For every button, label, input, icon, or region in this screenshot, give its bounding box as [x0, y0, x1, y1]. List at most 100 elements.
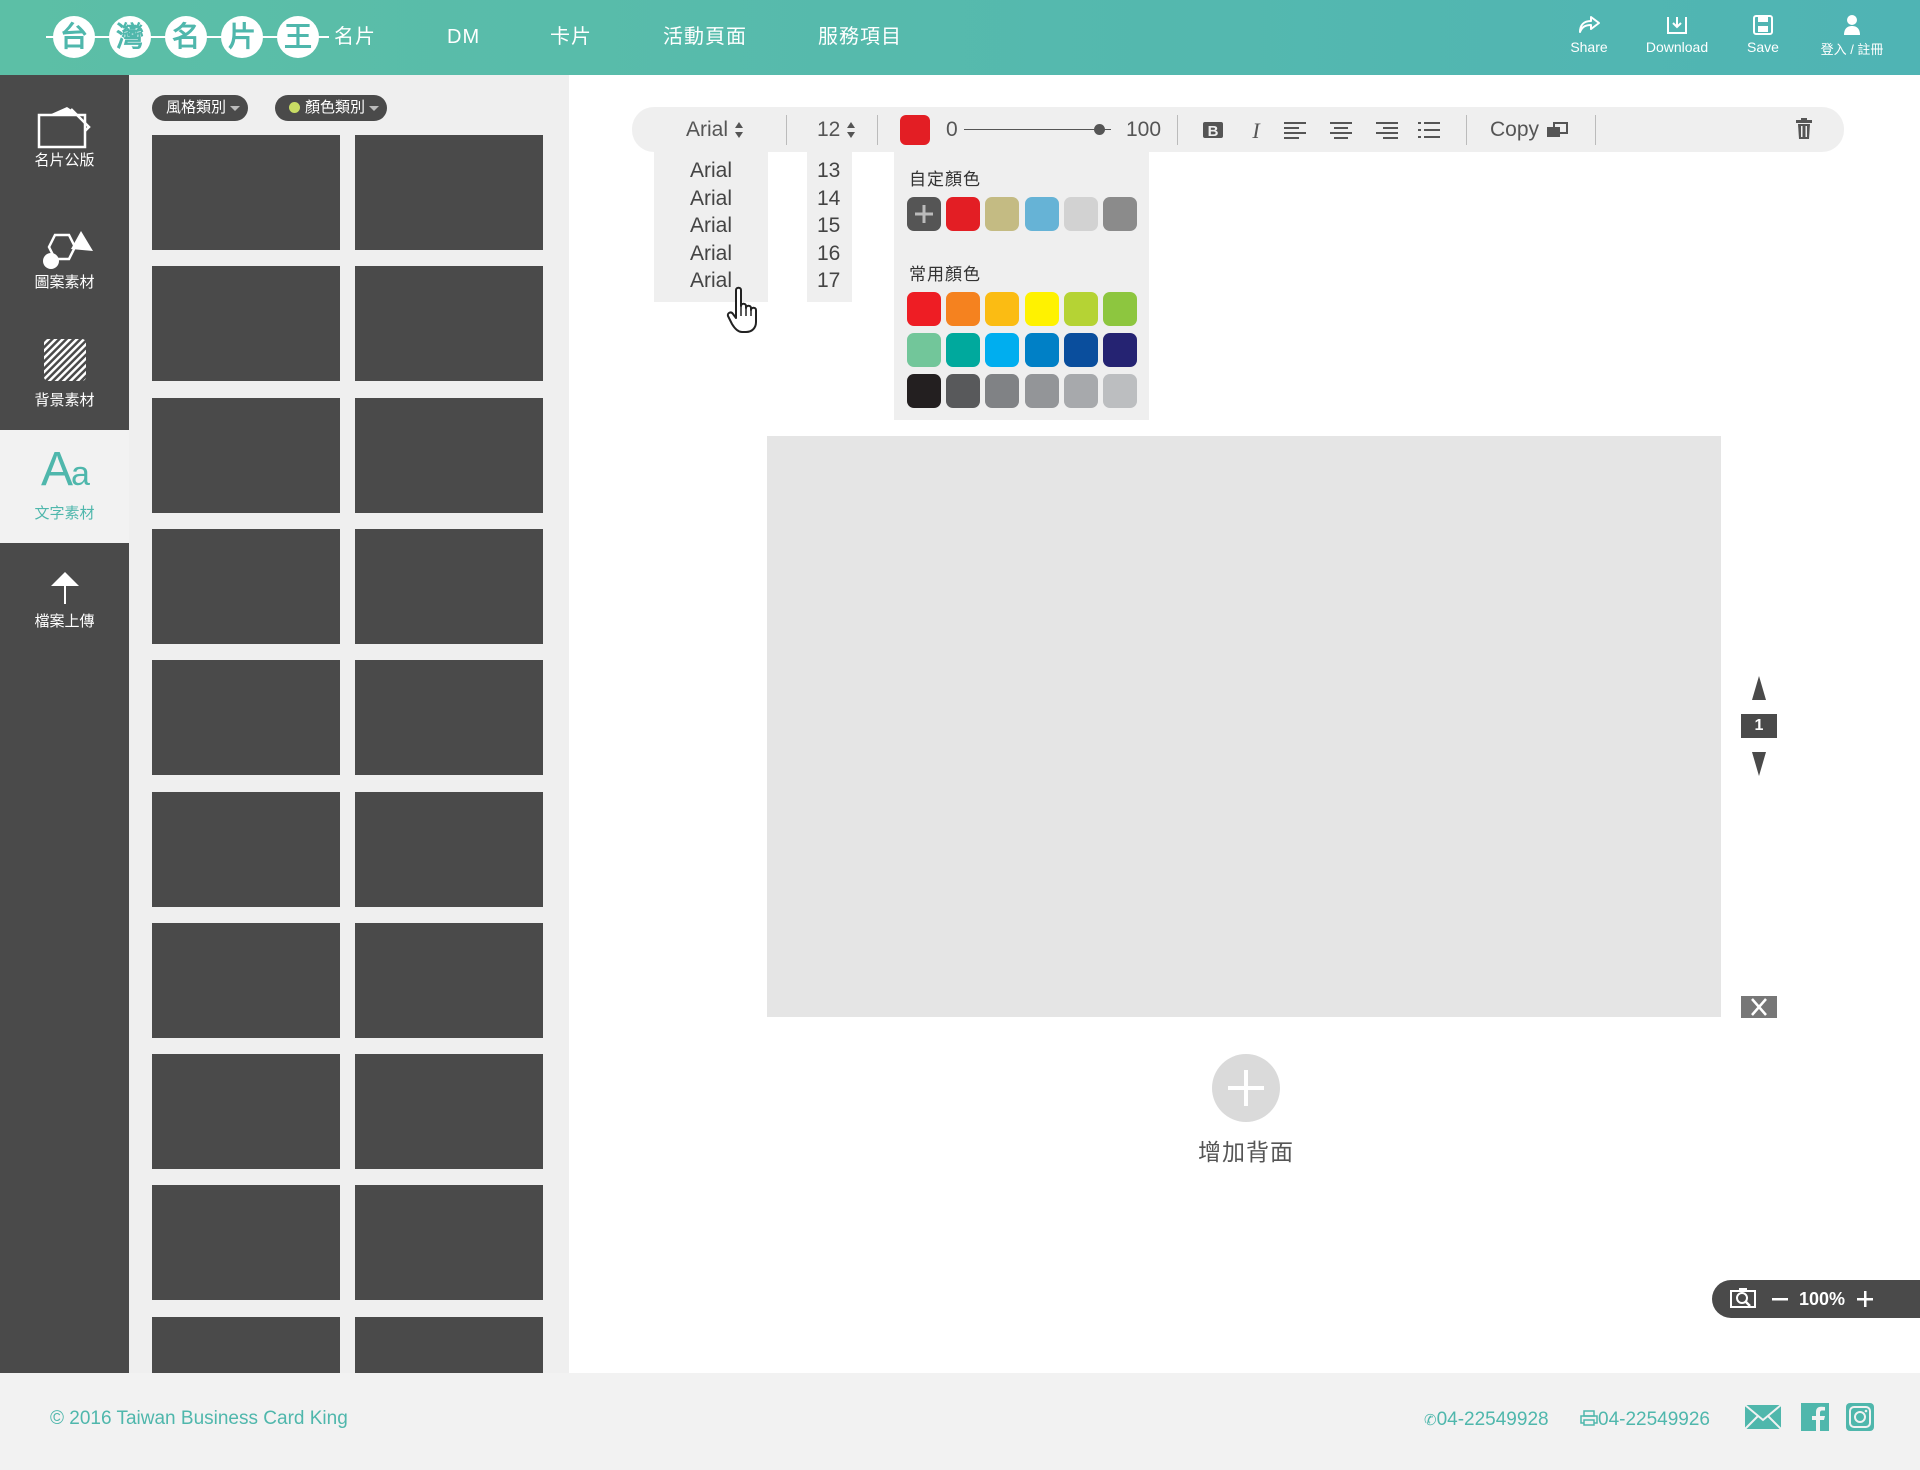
add-custom-color-button[interactable] — [907, 197, 941, 231]
size-option[interactable]: 14 — [807, 185, 852, 213]
template-thumbnail[interactable] — [152, 922, 340, 1038]
template-thumbnail[interactable] — [355, 922, 543, 1038]
common-color-swatch[interactable] — [1024, 374, 1059, 408]
common-color-swatch[interactable] — [985, 333, 1020, 367]
common-color-swatch[interactable] — [946, 292, 981, 326]
bullet-list-icon[interactable] — [1416, 118, 1442, 142]
nav-event-page[interactable]: 活動頁面 — [663, 0, 747, 75]
size-option[interactable]: 13 — [807, 157, 852, 185]
template-thumbnail[interactable] — [152, 528, 340, 644]
font-option[interactable]: Arial — [654, 240, 768, 268]
custom-colors-title: 自定顏色 — [909, 170, 981, 189]
font-option[interactable]: Arial — [654, 212, 768, 240]
login-button[interactable]: 登入 / 註冊 — [1806, 14, 1898, 58]
user-icon — [1844, 15, 1860, 35]
common-color-swatch[interactable] — [907, 333, 941, 367]
logo-char: 片 — [221, 16, 263, 58]
size-option[interactable]: 15 — [807, 212, 852, 240]
color-category-filter[interactable]: 顏色類別 — [275, 95, 388, 121]
template-thumbnail[interactable] — [355, 1054, 543, 1170]
instagram-icon[interactable] — [1846, 1403, 1874, 1431]
sidebar-item-upload[interactable]: 檔案上傳 — [0, 570, 129, 680]
card-canvas[interactable] — [767, 436, 1721, 1017]
template-thumbnail[interactable] — [152, 791, 340, 907]
template-thumbnail[interactable] — [152, 1185, 340, 1301]
template-thumbnail[interactable] — [355, 397, 543, 513]
common-color-swatch[interactable] — [907, 374, 941, 408]
page-down-arrow-icon[interactable] — [1751, 752, 1767, 776]
common-color-swatch[interactable] — [985, 374, 1020, 408]
common-color-swatch[interactable] — [1103, 333, 1137, 367]
common-color-swatch[interactable] — [1024, 292, 1059, 326]
custom-color-swatch[interactable] — [946, 197, 981, 231]
template-thumbnail[interactable] — [152, 135, 340, 250]
preview-icon[interactable] — [1730, 1288, 1756, 1310]
size-option[interactable]: 16 — [807, 240, 852, 268]
template-thumbnail[interactable] — [355, 528, 543, 644]
custom-color-swatch[interactable] — [1103, 197, 1137, 231]
email-icon[interactable] — [1744, 1403, 1782, 1431]
template-thumbnail[interactable] — [355, 266, 543, 382]
toolbar-divider — [877, 115, 878, 145]
custom-color-swatch[interactable] — [985, 197, 1020, 231]
align-right-icon[interactable] — [1374, 118, 1400, 142]
text-color-swatch[interactable] — [900, 115, 930, 145]
font-option[interactable]: Arial — [654, 157, 768, 185]
common-color-swatch[interactable] — [1063, 374, 1098, 408]
common-color-swatch[interactable] — [1024, 333, 1059, 367]
opacity-slider-handle[interactable] — [1094, 124, 1105, 135]
site-logo[interactable]: 台 灣 名 片 王 — [46, 14, 329, 60]
bold-icon[interactable]: B — [1201, 118, 1225, 142]
copy-button[interactable]: Copy — [1490, 107, 1569, 152]
template-thumbnail[interactable] — [152, 266, 340, 382]
common-color-swatch[interactable] — [946, 374, 981, 408]
font-select[interactable]: Arial — [686, 107, 744, 152]
sidebar-item-shapes[interactable]: 圖案素材 — [0, 225, 129, 335]
template-thumbnail[interactable] — [152, 1316, 340, 1373]
zoom-out-icon[interactable] — [1772, 1292, 1788, 1306]
facebook-icon[interactable] — [1801, 1403, 1829, 1431]
italic-icon[interactable]: I — [1244, 118, 1268, 142]
nav-services[interactable]: 服務項目 — [818, 0, 902, 75]
nav-business-card[interactable]: 名片 — [334, 0, 376, 75]
custom-color-swatch[interactable] — [1063, 197, 1098, 231]
save-button[interactable]: Save — [1718, 14, 1808, 55]
page-up-arrow-icon[interactable] — [1751, 676, 1767, 700]
copyright-text: 2016 Taiwan Business Card King — [69, 1408, 348, 1429]
template-thumbnail[interactable] — [355, 135, 543, 250]
template-thumbnail[interactable] — [152, 397, 340, 513]
template-thumbnail[interactable] — [355, 660, 543, 776]
style-category-filter[interactable]: 風格類別 — [152, 95, 249, 121]
common-color-swatch[interactable] — [1063, 292, 1098, 326]
download-button[interactable]: Download — [1632, 14, 1722, 55]
common-color-swatch[interactable] — [907, 292, 941, 326]
common-color-swatch[interactable] — [1063, 333, 1098, 367]
template-thumbnail[interactable] — [355, 791, 543, 907]
font-option[interactable]: Arial — [654, 185, 768, 213]
template-thumbnail[interactable] — [152, 660, 340, 776]
align-left-icon[interactable] — [1282, 118, 1308, 142]
align-center-icon[interactable] — [1328, 118, 1354, 142]
common-color-swatch[interactable] — [946, 333, 981, 367]
custom-color-swatch[interactable] — [1024, 197, 1059, 231]
common-color-swatch[interactable] — [1103, 374, 1137, 408]
sidebar-item-text[interactable]: Aa 文字素材 — [0, 430, 129, 543]
opacity-slider[interactable] — [964, 129, 1111, 130]
common-color-swatch[interactable] — [1103, 292, 1137, 326]
nav-dm[interactable]: DM — [447, 0, 480, 75]
size-option[interactable]: 17 — [807, 267, 852, 295]
template-thumbnail[interactable] — [152, 1054, 340, 1170]
font-size-select[interactable]: 12 — [817, 107, 856, 152]
copyright-icon: © — [50, 1408, 64, 1429]
template-thumbnail[interactable] — [355, 1185, 543, 1301]
zoom-in-icon[interactable] — [1857, 1291, 1873, 1307]
nav-card[interactable]: 卡片 — [550, 0, 592, 75]
delete-page-button[interactable] — [1741, 996, 1777, 1018]
toolbar-divider — [1177, 115, 1178, 145]
share-button[interactable]: Share — [1544, 14, 1634, 55]
trash-icon[interactable] — [1795, 118, 1813, 140]
add-back-button[interactable] — [1212, 1054, 1280, 1122]
sidebar-item-card-templates[interactable]: 名片公版 — [0, 105, 129, 215]
template-thumbnail[interactable] — [355, 1316, 543, 1373]
common-color-swatch[interactable] — [985, 292, 1020, 326]
